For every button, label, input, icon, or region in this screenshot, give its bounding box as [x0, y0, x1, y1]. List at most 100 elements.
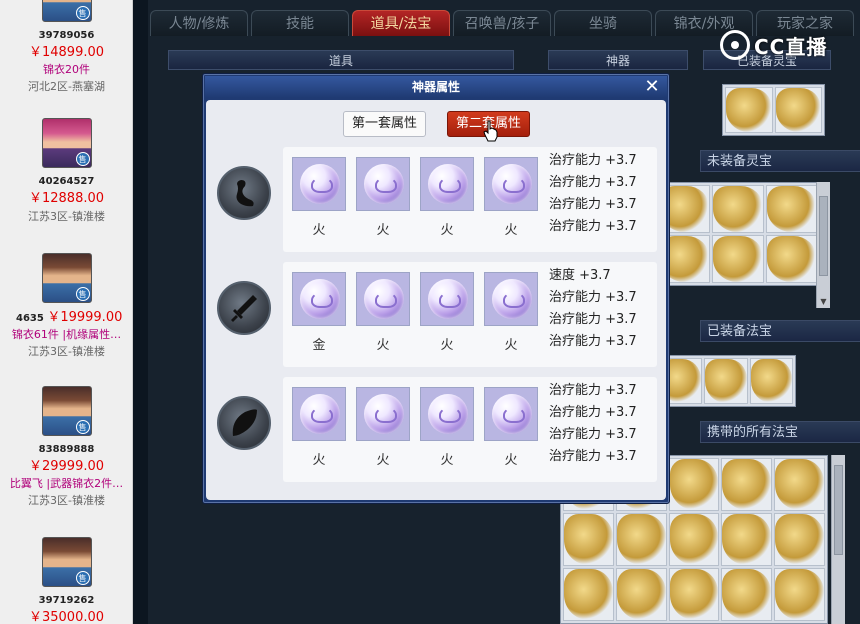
attribute-line: 治疗能力 +3.7 [549, 153, 637, 168]
sale-badge: 售 [75, 287, 90, 301]
attribute-line: 治疗能力 +3.7 [549, 383, 637, 398]
inventory-slot[interactable] [563, 513, 614, 566]
scroll-thumb[interactable] [819, 196, 828, 276]
spirit-stone-slot[interactable] [484, 157, 538, 211]
artifact-attributes-dialog: 神器属性 ✕ 第一套属性 第二套属性 火 火 火 火 治疗能力 +3.7 治疗能… [202, 73, 670, 504]
artifact-row: 火 火 火 火 治疗能力 +3.7 治疗能力 +3.7 治疗能力 +3.7 治疗… [283, 147, 657, 252]
item-icon [766, 186, 816, 232]
element-label: 火 [504, 338, 518, 353]
inventory-slot[interactable] [563, 568, 614, 621]
listing-item[interactable]: 售 83889888 ￥29999.00 比翼飞 |武器锦衣2件… 江苏3区-镇… [0, 386, 132, 510]
spirit-stone-slot[interactable] [420, 272, 474, 326]
inventory-slot[interactable] [725, 87, 773, 133]
inventory-slot[interactable] [668, 458, 720, 511]
listing-item[interactable]: 售 39789056 ￥14899.00 锦衣20件 河北2区-燕塞湖 [0, 0, 132, 96]
inventory-slot[interactable] [721, 568, 773, 621]
listing-region: 河北2区-燕塞湖 [28, 80, 105, 93]
listing-note[interactable]: 锦衣61件 |机缘属性… [0, 327, 132, 343]
listing-sidebar: 售 39789056 ￥14899.00 锦衣20件 河北2区-燕塞湖 售 40… [0, 0, 133, 624]
equipped-fabao-grid [656, 355, 796, 407]
attribute-line: 治疗能力 +3.7 [549, 175, 637, 190]
spirit-stone-slot[interactable] [420, 157, 474, 211]
item-icon [713, 186, 763, 232]
spirit-stone-icon [364, 394, 404, 434]
all-fabao-section: 携带的所有法宝 [700, 421, 860, 443]
spirit-stone-slot[interactable] [292, 387, 346, 441]
scrollbar[interactable] [831, 455, 845, 624]
tab-character[interactable]: 人物/修炼 [150, 10, 248, 36]
element-label: 火 [376, 223, 390, 238]
inventory-slot[interactable] [765, 185, 817, 233]
inventory-slot[interactable] [765, 235, 817, 283]
listing-item[interactable]: 售 40264527 ￥12888.00 江苏3区-镇淮楼 [0, 118, 132, 226]
inventory-slot[interactable] [615, 568, 667, 621]
item-icon [722, 514, 772, 565]
spirit-stone-icon [364, 164, 404, 204]
close-icon[interactable]: ✕ [643, 78, 661, 96]
boot-icon [236, 180, 254, 207]
scrollbar[interactable]: ▼ [816, 182, 830, 308]
artifact-slot-leaf[interactable] [217, 396, 271, 450]
item-icon [564, 514, 613, 565]
spirit-stone-slot[interactable] [484, 272, 538, 326]
item-icon [616, 514, 666, 565]
inventory-slot[interactable] [749, 358, 793, 404]
inventory-slot[interactable] [721, 458, 773, 511]
element-label: 火 [376, 338, 390, 353]
unequipped-lingbao-section: 未装备灵宝 [700, 150, 860, 172]
inventory-slot[interactable] [712, 185, 764, 233]
scroll-thumb[interactable] [834, 465, 843, 555]
inventory-slot[interactable] [774, 458, 825, 511]
spirit-stone-slot[interactable] [420, 387, 474, 441]
tab-items[interactable]: 道具/法宝 [352, 10, 450, 36]
inventory-slot[interactable] [615, 513, 667, 566]
listing-item[interactable]: 售 39719262 ￥35000.00 [0, 537, 132, 624]
artifact-row: 金 火 火 火 速度 +3.7 治疗能力 +3.7 治疗能力 +3.7 治疗能力… [283, 262, 657, 367]
tab-skills[interactable]: 技能 [251, 10, 349, 36]
character-avatar[interactable]: 售 [41, 118, 92, 168]
inventory-slot[interactable] [668, 513, 720, 566]
listing-item[interactable]: 售 4635 ￥19999.00 锦衣61件 |机缘属性… 江苏3区-镇淮楼 [0, 253, 132, 361]
spirit-stone-slot[interactable] [292, 272, 346, 326]
inventory-slot[interactable] [668, 568, 720, 621]
sale-badge: 售 [75, 152, 90, 166]
inventory-slot[interactable] [712, 235, 764, 283]
attribute-line: 治疗能力 +3.7 [549, 427, 637, 442]
sale-badge: 售 [75, 571, 90, 585]
spirit-stone-icon [492, 164, 532, 204]
spirit-stone-slot[interactable] [356, 387, 410, 441]
inventory-slot[interactable] [774, 87, 822, 133]
element-label: 火 [440, 338, 454, 353]
tab-first-set[interactable]: 第一套属性 [343, 111, 427, 137]
character-avatar[interactable]: 售 [41, 253, 92, 303]
listing-note[interactable]: 比翼飞 |武器锦衣2件… [0, 476, 132, 492]
inventory-slot[interactable] [774, 568, 825, 621]
spirit-stone-slot[interactable] [484, 387, 538, 441]
spirit-stone-icon [300, 279, 340, 319]
tab-mounts[interactable]: 坐骑 [554, 10, 652, 36]
tab-pets[interactable]: 召唤兽/孩子 [453, 10, 551, 36]
unequipped-lingbao-grid [656, 182, 820, 286]
dialog-titlebar[interactable]: 神器属性 ✕ [205, 76, 667, 98]
character-avatar[interactable]: 售 [41, 537, 92, 587]
spirit-stone-slot[interactable] [356, 157, 410, 211]
inventory-slot[interactable] [774, 513, 825, 566]
artifact-slot-sword[interactable] [217, 281, 271, 335]
inventory-slot[interactable] [704, 358, 748, 404]
character-avatar[interactable]: 售 [41, 0, 92, 22]
artifact-slot-boot[interactable] [217, 166, 271, 220]
listing-id: 39789056 [38, 30, 95, 41]
listing-id: 39719262 [38, 595, 95, 606]
attribute-line: 治疗能力 +3.7 [549, 449, 637, 464]
stream-watermark: CC直播 [720, 28, 827, 62]
character-avatar[interactable]: 售 [41, 386, 92, 436]
item-icon [750, 359, 792, 403]
spirit-stone-slot[interactable] [356, 272, 410, 326]
item-icon [726, 88, 772, 132]
spirit-stone-icon [492, 394, 532, 434]
inventory-slot[interactable] [721, 513, 773, 566]
spirit-stone-icon [300, 394, 340, 434]
spirit-stone-slot[interactable] [292, 157, 346, 211]
listing-note[interactable]: 锦衣20件 [0, 62, 132, 78]
scroll-down-icon[interactable]: ▼ [817, 296, 830, 308]
